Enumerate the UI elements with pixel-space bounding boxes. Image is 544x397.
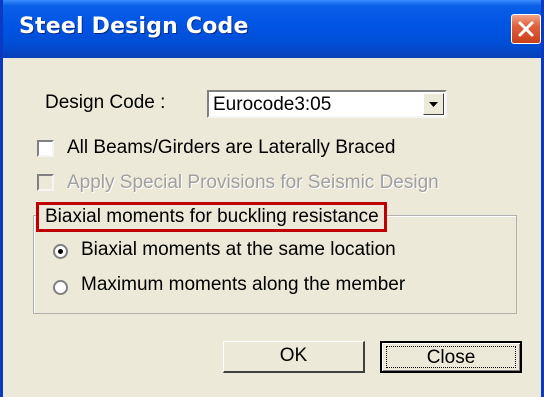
chevron-down-icon	[429, 102, 438, 107]
seismic-label: Apply Special Provisions for Seismic Des…	[67, 172, 439, 193]
ok-button[interactable]: OK	[223, 341, 365, 373]
window-close-button[interactable]	[511, 14, 541, 44]
seismic-checkbox	[37, 174, 54, 191]
design-code-value: Eurocode3:05	[213, 94, 332, 115]
ok-button-label: OK	[279, 345, 308, 366]
dialog-title: Steel Design Code	[19, 14, 249, 39]
same-location-label[interactable]: Biaxial moments at the same location	[81, 239, 396, 261]
design-code-label: Design Code :	[45, 92, 166, 113]
radio-selected-dot	[58, 249, 63, 254]
braced-checkbox[interactable]	[37, 140, 54, 157]
braced-label[interactable]: All Beams/Girders are Laterally Braced	[67, 137, 395, 159]
focus-rect: Close	[386, 346, 516, 368]
dropdown-button[interactable]	[423, 93, 444, 115]
max-moments-radio[interactable]	[53, 280, 68, 295]
design-code-dropdown[interactable]: Eurocode3:05	[207, 90, 447, 118]
group-title: Biaxial moments for buckling resistance	[36, 202, 387, 232]
close-icon	[518, 21, 534, 37]
title-bar[interactable]: Steel Design Code	[3, 0, 541, 58]
dialog-window: Steel Design Code Design Code : Eurocode…	[0, 0, 544, 397]
max-moments-label[interactable]: Maximum moments along the member	[81, 274, 405, 296]
dialog-content: Design Code : Eurocode3:05 All Beams/Gir…	[3, 58, 541, 397]
same-location-radio[interactable]	[53, 244, 68, 259]
close-button-label: Close	[426, 347, 476, 368]
close-button[interactable]: Close	[380, 341, 522, 373]
